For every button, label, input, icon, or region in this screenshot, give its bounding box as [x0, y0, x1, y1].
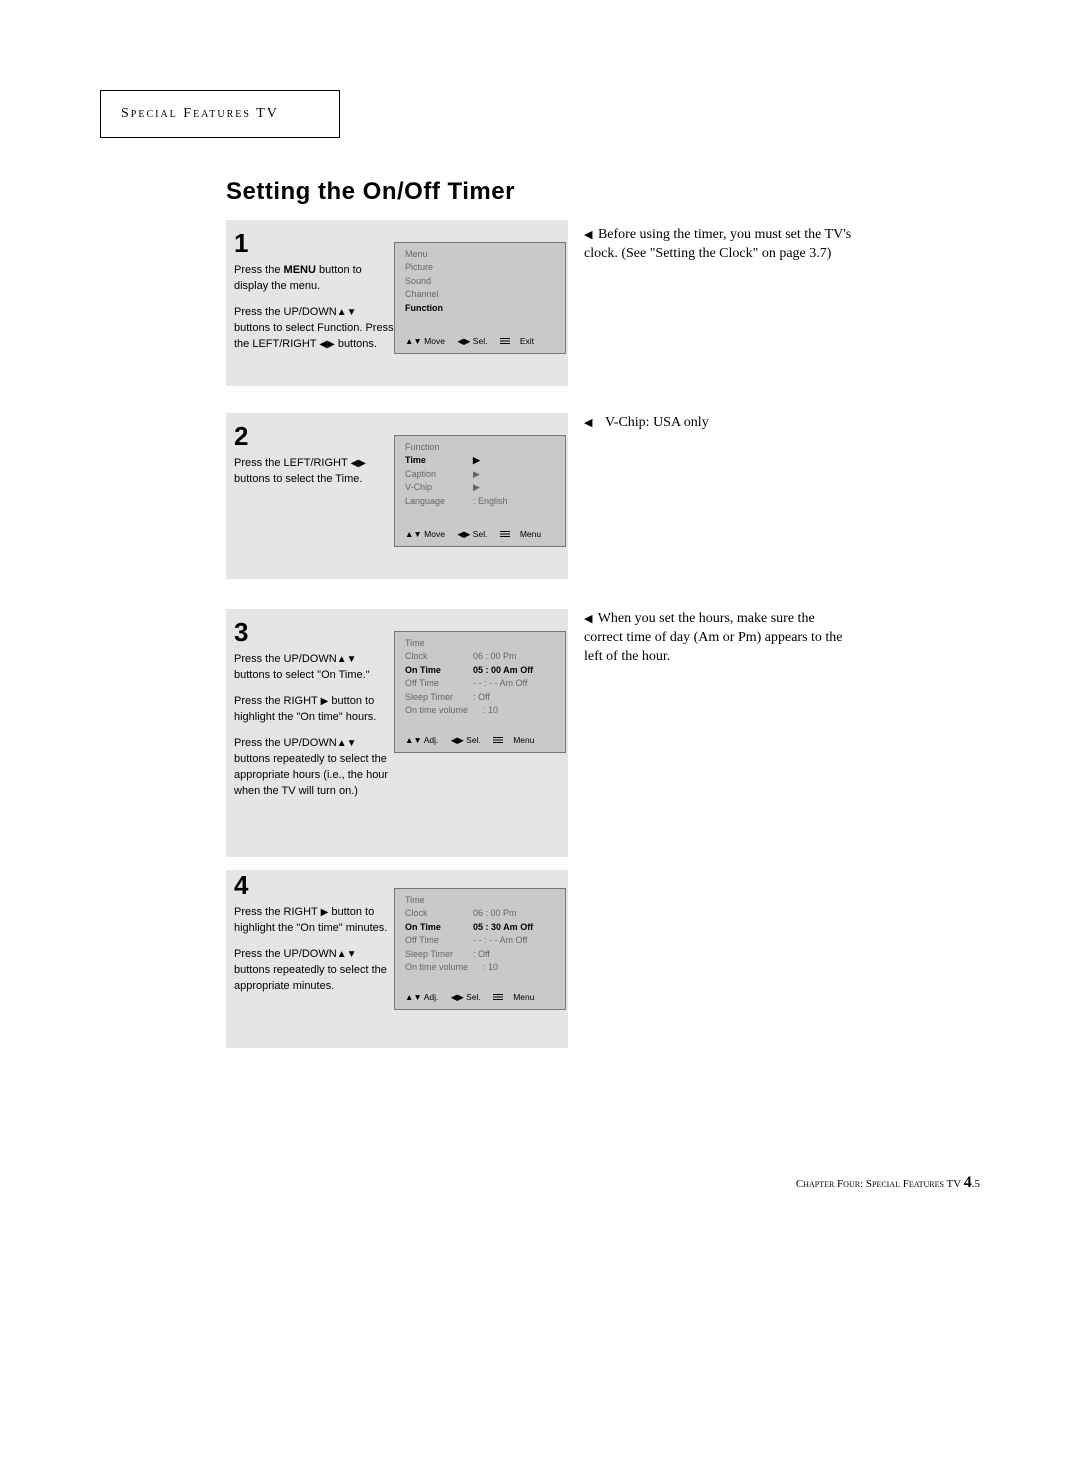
osd-screenshot-2: Function Time▶ Caption▶ V-Chip▶ Language… [394, 435, 566, 547]
osd-row: Off Time- - : - - Am Off [405, 677, 555, 691]
osd-screenshot-1: Menu Picture Sound Channel Function ▲▼ M… [394, 242, 566, 354]
osd-row-active: On Time05 : 30 Am Off [405, 921, 555, 935]
osd-title: Function [405, 442, 555, 452]
osd-hint-sel: ◀▶ Sel. [457, 529, 487, 539]
osd-item: Caption▶ [405, 468, 555, 482]
step-1-text: 1 Press the MENU button to display the m… [234, 228, 394, 353]
osd-hints: ▲▼ Move ◀▶ Sel. Menu [405, 529, 561, 540]
step-4-text: 4 Press the RIGHT ▶ button to highlight … [234, 870, 394, 995]
osd-row: On time volume: 10 [405, 704, 555, 718]
step-2-line-a: Press the LEFT/RIGHT ◀▶ buttons to selec… [234, 456, 394, 488]
pointer-left-icon: ◀ [584, 417, 592, 429]
note-1: ◀ Before using the timer, you must set t… [584, 226, 854, 264]
step-3-panel: 3 Press the UP/DOWN▲▼ buttons to select … [226, 609, 568, 857]
footer-chapter: Chapter Four: Special Features TV [796, 1178, 964, 1190]
note-2: ◀ V-Chip: USA only [584, 414, 854, 433]
step-number: 4 [234, 870, 394, 901]
osd-title: Menu [405, 249, 555, 259]
up-down-icon: ▲▼ [337, 949, 357, 960]
osd-item: V-Chip▶ [405, 481, 555, 495]
osd-row: Sleep Timer: Off [405, 948, 555, 962]
chevron-right-icon: ▶ [473, 468, 480, 482]
osd-item: Language: English [405, 495, 555, 509]
osd-hint-menu: Menu [493, 992, 544, 1002]
left-right-icon: ◀▶ [319, 339, 334, 350]
pointer-left-icon: ◀ [584, 613, 592, 625]
osd-box: Menu Picture Sound Channel Function ▲▼ M… [394, 242, 566, 354]
osd-row: On time volume: 10 [405, 961, 555, 975]
osd-row: Clock06 : 00 Pm [405, 907, 555, 921]
footer-page-major: 4 [964, 1174, 972, 1191]
section-header-box: Special Features TV [100, 90, 340, 138]
menu-button-icon [500, 338, 510, 345]
osd-item-active: Time▶ [405, 454, 555, 468]
osd-hints: ▲▼ Adj. ◀▶ Sel. Menu [405, 992, 554, 1003]
osd-item: Picture [405, 261, 555, 275]
step-number: 1 [234, 228, 394, 259]
osd-hints: ▲▼ Adj. ◀▶ Sel. Menu [405, 735, 554, 746]
up-down-icon: ▲▼ [337, 738, 357, 749]
osd-screenshot-3: Time Clock06 : 00 Pm On Time05 : 00 Am O… [394, 631, 566, 753]
step-3-line-a: Press the UP/DOWN▲▼ buttons to select "O… [234, 652, 394, 684]
up-down-icon: ▲▼ [337, 654, 357, 665]
pointer-left-icon: ◀ [584, 229, 592, 241]
footer-page-minor: .5 [972, 1178, 980, 1190]
step-number: 3 [234, 617, 394, 648]
osd-row: Off Time- - : - - Am Off [405, 934, 555, 948]
osd-hint-menu: Menu [493, 735, 544, 745]
step-1-panel: 1 Press the MENU button to display the m… [226, 220, 568, 386]
left-right-icon: ◀▶ [351, 458, 366, 469]
osd-screenshot-4: Time Clock06 : 00 Pm On Time05 : 30 Am O… [394, 888, 566, 1010]
osd-hint-move: ▲▼ Move [405, 529, 445, 539]
osd-box: Function Time▶ Caption▶ V-Chip▶ Language… [394, 435, 566, 547]
osd-box: Time Clock06 : 00 Pm On Time05 : 30 Am O… [394, 888, 566, 1010]
step-3-line-b: Press the RIGHT ▶ button to highlight th… [234, 694, 394, 726]
section-header-label: Special Features TV [121, 106, 279, 122]
manual-page: Special Features TV Setting the On/Off T… [0, 0, 1080, 1474]
note-3: ◀ When you set the hours, make sure the … [584, 610, 854, 667]
osd-item: Channel [405, 288, 555, 302]
osd-item-active: Function [405, 302, 555, 316]
osd-hint-sel: ◀▶ Sel. [457, 336, 487, 346]
osd-title: Time [405, 895, 555, 905]
osd-hint-adj: ▲▼ Adj. [405, 735, 438, 745]
osd-hint-adj: ▲▼ Adj. [405, 992, 438, 1002]
osd-item: Sound [405, 275, 555, 289]
osd-hint-sel: ◀▶ Sel. [451, 735, 481, 745]
step-1-line-a: Press the MENU button to display the men… [234, 263, 394, 295]
osd-row-active: On Time05 : 00 Am Off [405, 664, 555, 678]
step-3-line-c: Press the UP/DOWN▲▼ buttons repeatedly t… [234, 736, 394, 800]
step-4-line-b: Press the UP/DOWN▲▼ buttons repeatedly t… [234, 947, 394, 995]
osd-hint-move: ▲▼ Move [405, 336, 445, 346]
menu-button-icon [500, 531, 510, 538]
page-title: Setting the On/Off Timer [226, 178, 515, 206]
step-number: 2 [234, 421, 394, 452]
osd-hint-sel: ◀▶ Sel. [451, 992, 481, 1002]
menu-button-icon [493, 994, 503, 1001]
up-down-icon: ▲▼ [337, 307, 357, 318]
step-3-text: 3 Press the UP/DOWN▲▼ buttons to select … [234, 617, 394, 800]
osd-row: Clock06 : 00 Pm [405, 650, 555, 664]
osd-row: Sleep Timer: Off [405, 691, 555, 705]
chevron-right-icon: ▶ [473, 481, 480, 495]
osd-hint-menu: Menu [500, 529, 551, 539]
osd-box: Time Clock06 : 00 Pm On Time05 : 00 Am O… [394, 631, 566, 753]
step-2-panel: 2 Press the LEFT/RIGHT ◀▶ buttons to sel… [226, 413, 568, 579]
osd-hints: ▲▼ Move ◀▶ Sel. Exit [405, 336, 554, 347]
page-footer: Chapter Four: Special Features TV 4.5 [796, 1174, 980, 1192]
step-2-text: 2 Press the LEFT/RIGHT ◀▶ buttons to sel… [234, 421, 394, 488]
menu-button-icon [493, 737, 503, 744]
osd-title: Time [405, 638, 555, 648]
osd-hint-exit: Exit [500, 336, 544, 346]
chevron-right-icon: ▶ [473, 454, 480, 468]
step-4-panel: 4 Press the RIGHT ▶ button to highlight … [226, 870, 568, 1048]
step-4-line-a: Press the RIGHT ▶ button to highlight th… [234, 905, 394, 937]
step-1-line-b: Press the UP/DOWN▲▼ buttons to select Fu… [234, 305, 394, 353]
